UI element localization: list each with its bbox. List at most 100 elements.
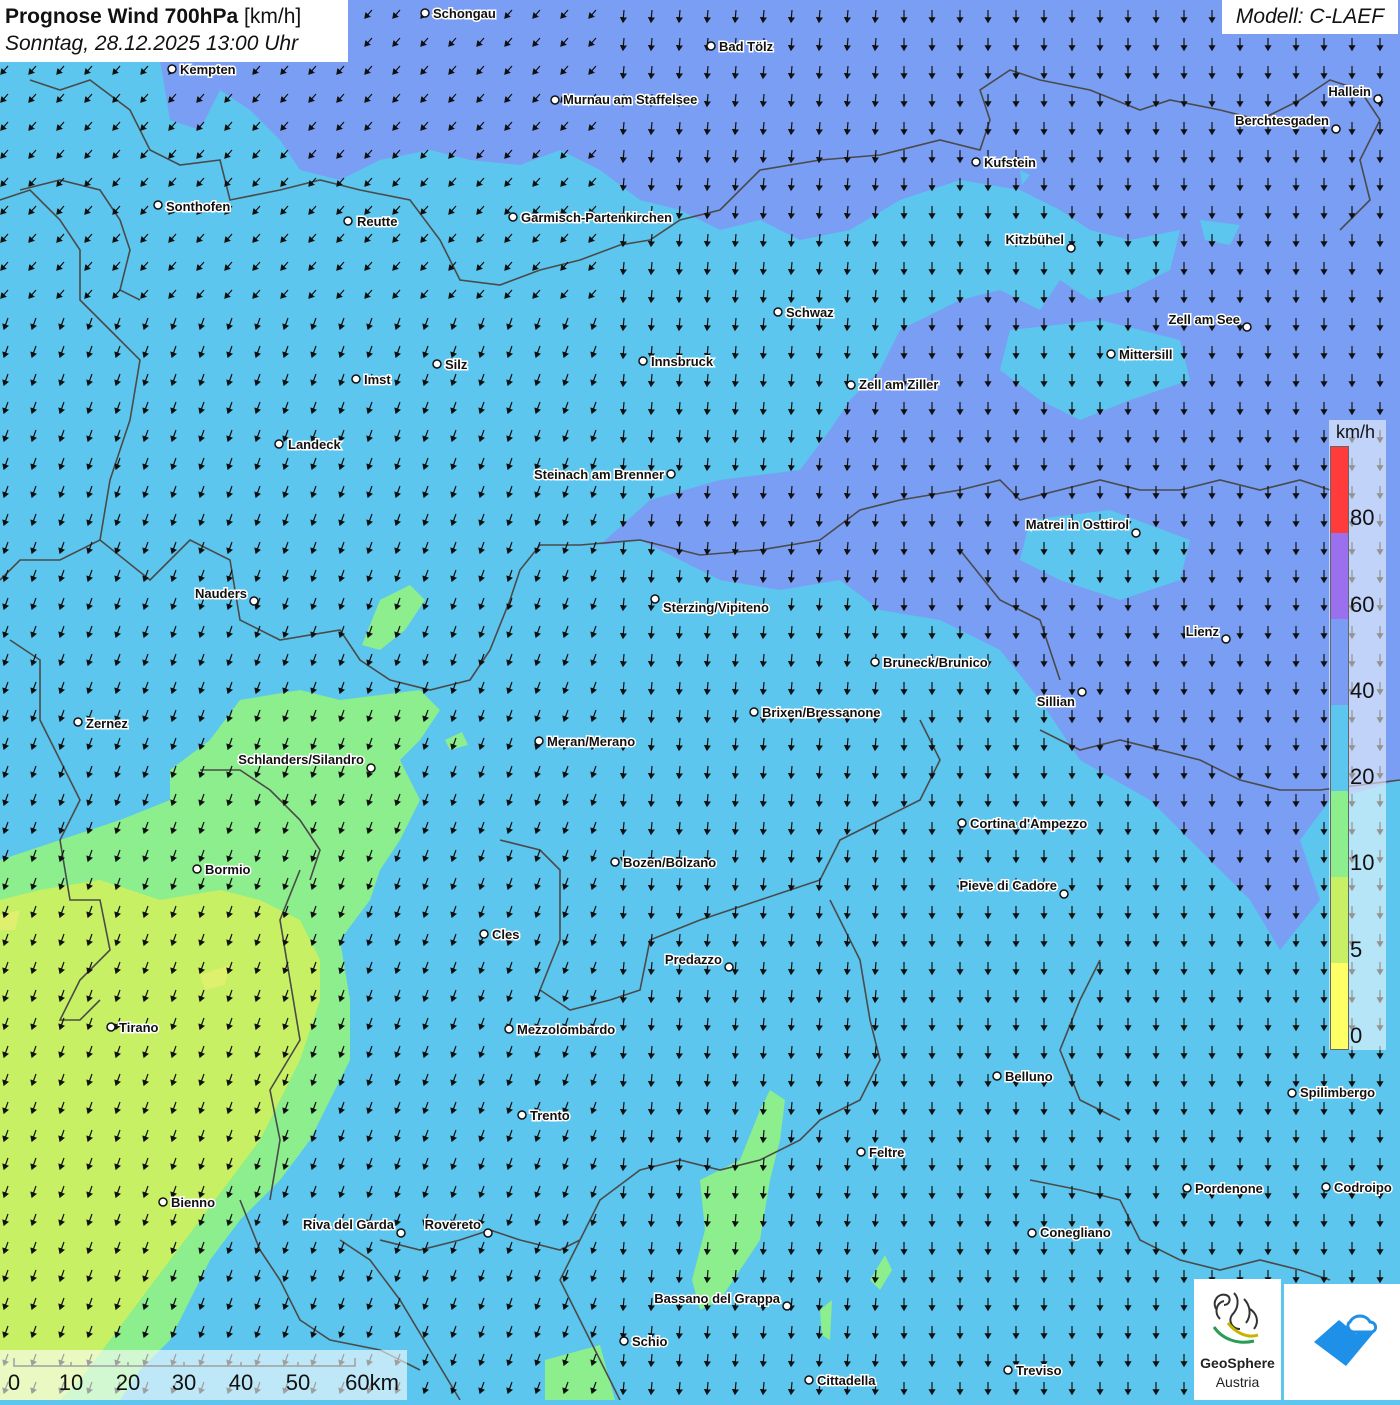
- svg-text:Bad Tölz: Bad Tölz: [719, 39, 774, 54]
- wind-map[interactable]: Schongau Bad Tölz Kempten Murnau am Staf…: [0, 0, 1400, 1400]
- svg-text:Conegliano: Conegliano: [1040, 1225, 1111, 1240]
- svg-text:Brixen/Bressanone: Brixen/Bressanone: [762, 705, 881, 720]
- cloud-mountain-logo[interactable]: [1284, 1284, 1400, 1400]
- svg-text:Innsbruck: Innsbruck: [651, 354, 714, 369]
- place-brixen: Brixen/Bressanone: [749, 704, 882, 722]
- svg-text:Lienz: Lienz: [1186, 624, 1220, 639]
- scale-bar-label: 10: [58, 1370, 84, 1395]
- place-spilimbergo: Spilimbergo: [1287, 1084, 1377, 1102]
- geosphere-sub: Austria: [1215, 1374, 1260, 1390]
- legend-tick-label: 80: [1350, 505, 1375, 530]
- svg-text:Cittadella: Cittadella: [817, 1373, 876, 1388]
- forecast-datetime: Sonntag, 28.12.2025 13:00 Uhr: [5, 32, 299, 55]
- place-bruneck: Bruneck/Brunico: [870, 654, 989, 672]
- legend-tick-label: 40: [1350, 678, 1375, 703]
- svg-text:Cles: Cles: [492, 927, 519, 942]
- svg-text:Belluno: Belluno: [1005, 1069, 1053, 1084]
- place-mezzolombardo: Mezzolombardo: [504, 1021, 617, 1039]
- legend-band: [1331, 447, 1348, 533]
- svg-text:Pordenone: Pordenone: [1195, 1181, 1263, 1196]
- map-title-box: Prognose Wind 700hPa [km/h] Sonntag, 28.…: [0, 0, 348, 62]
- svg-text:Pieve di Cadore: Pieve di Cadore: [959, 878, 1057, 893]
- svg-text:Spilimbergo: Spilimbergo: [1300, 1085, 1375, 1100]
- place-murnau: Murnau am Staffelsee: [550, 91, 699, 109]
- svg-text:Berchtesgaden: Berchtesgaden: [1235, 113, 1329, 128]
- svg-text:Tirano: Tirano: [119, 1020, 159, 1035]
- svg-text:Bienno: Bienno: [171, 1195, 215, 1210]
- svg-text:Kitzbühel: Kitzbühel: [1006, 232, 1065, 247]
- svg-text:Predazzo: Predazzo: [665, 952, 722, 967]
- place-schongau: Schongau: [420, 5, 497, 23]
- legend-band: [1331, 533, 1348, 619]
- svg-text:Riva del Garda: Riva del Garda: [303, 1217, 395, 1232]
- svg-text:Mittersill: Mittersill: [1119, 347, 1172, 362]
- legend-tick-label: 60: [1350, 592, 1375, 617]
- legend-tick-label: 10: [1350, 850, 1375, 875]
- svg-text:Garmisch-Partenkirchen: Garmisch-Partenkirchen: [521, 210, 672, 225]
- geosphere-austria-logo-icon: [1212, 1292, 1259, 1344]
- geosphere-logo[interactable]: GeoSphere Austria: [1194, 1279, 1281, 1400]
- scale-bar-label: 40: [228, 1370, 254, 1395]
- place-sonthofen: Sonthofen: [153, 198, 232, 216]
- svg-text:Sterzing/Vipiteno: Sterzing/Vipiteno: [663, 600, 769, 615]
- svg-text:Zernez: Zernez: [86, 716, 128, 731]
- svg-text:Treviso: Treviso: [1016, 1363, 1062, 1378]
- svg-text:Kempten: Kempten: [180, 62, 236, 77]
- svg-text:Rovereto: Rovereto: [425, 1217, 481, 1232]
- scale-bar-label: 50: [285, 1370, 311, 1395]
- svg-text:Hallein: Hallein: [1328, 84, 1371, 99]
- svg-text:Bormio: Bormio: [205, 862, 251, 877]
- legend-band: [1331, 705, 1348, 791]
- svg-text:Bassano del Grappa: Bassano del Grappa: [654, 1291, 780, 1306]
- legend-tick-label: 20: [1350, 764, 1375, 789]
- svg-text:Bruneck/Brunico: Bruneck/Brunico: [883, 655, 988, 670]
- place-steinach: Steinach am Brenner: [532, 466, 676, 484]
- geosphere-name: GeoSphere: [1200, 1355, 1275, 1371]
- place-pordenone: Pordenone: [1182, 1180, 1264, 1198]
- svg-text:Imst: Imst: [364, 372, 391, 387]
- place-meran: Meran/Merano: [534, 733, 637, 751]
- legend-unit: km/h: [1336, 422, 1376, 442]
- svg-text:Schio: Schio: [632, 1334, 667, 1349]
- svg-text:Steinach am Brenner: Steinach am Brenner: [534, 467, 664, 482]
- svg-text:Reutte: Reutte: [357, 214, 397, 229]
- legend-band: [1331, 877, 1348, 963]
- scale-bar-label: 20: [115, 1370, 141, 1395]
- svg-text:Meran/Merano: Meran/Merano: [547, 734, 635, 749]
- svg-text:Schongau: Schongau: [433, 6, 496, 21]
- svg-text:Nauders: Nauders: [195, 586, 247, 601]
- place-cortina: Cortina d'Ampezzo: [957, 815, 1089, 833]
- svg-text:Cortina d'Ampezzo: Cortina d'Ampezzo: [970, 816, 1087, 831]
- svg-text:Codroipo: Codroipo: [1334, 1180, 1392, 1195]
- svg-text:Landeck: Landeck: [288, 437, 342, 452]
- legend-band: [1331, 963, 1348, 1049]
- svg-text:Kufstein: Kufstein: [984, 155, 1036, 170]
- place-zell-am-ziller: Zell am Ziller: [846, 376, 940, 394]
- map-title-unit: [km/h]: [244, 5, 302, 28]
- svg-text:Zell am Ziller: Zell am Ziller: [859, 377, 938, 392]
- model-label: Modell: C-LAEF: [1222, 0, 1398, 34]
- place-innsbruck: Innsbruck: [638, 353, 715, 371]
- legend-color-bar: [1330, 446, 1349, 1050]
- scale-bar-label: 60km: [345, 1370, 399, 1395]
- svg-text:Sonthofen: Sonthofen: [166, 199, 230, 214]
- svg-text:Matrei in Osttirol: Matrei in Osttirol: [1026, 517, 1129, 532]
- svg-text:Schlanders/Silandro: Schlanders/Silandro: [238, 752, 364, 767]
- svg-text:Trento: Trento: [530, 1108, 570, 1123]
- svg-text:Schwaz: Schwaz: [786, 305, 834, 320]
- legend-tick-label: 5: [1350, 937, 1363, 962]
- svg-text:Zell am See: Zell am See: [1168, 312, 1240, 327]
- svg-text:Silz: Silz: [445, 357, 468, 372]
- legend-tick-label: 0: [1350, 1023, 1363, 1048]
- scale-bar-label: 30: [171, 1370, 197, 1395]
- map-title: Prognose Wind 700hPa [km/h]: [5, 5, 302, 28]
- svg-text:Mezzolombardo: Mezzolombardo: [517, 1022, 615, 1037]
- legend-band: [1331, 619, 1348, 705]
- svg-text:Feltre: Feltre: [869, 1145, 904, 1160]
- place-conegliano: Conegliano: [1027, 1224, 1112, 1242]
- svg-text:Murnau am Staffelsee: Murnau am Staffelsee: [563, 92, 697, 107]
- legend-band: [1331, 791, 1348, 877]
- svg-text:Sillian: Sillian: [1037, 694, 1075, 709]
- svg-text:Bozen/Bolzano: Bozen/Bolzano: [623, 855, 716, 870]
- place-garmisch: Garmisch-Partenkirchen: [508, 209, 674, 227]
